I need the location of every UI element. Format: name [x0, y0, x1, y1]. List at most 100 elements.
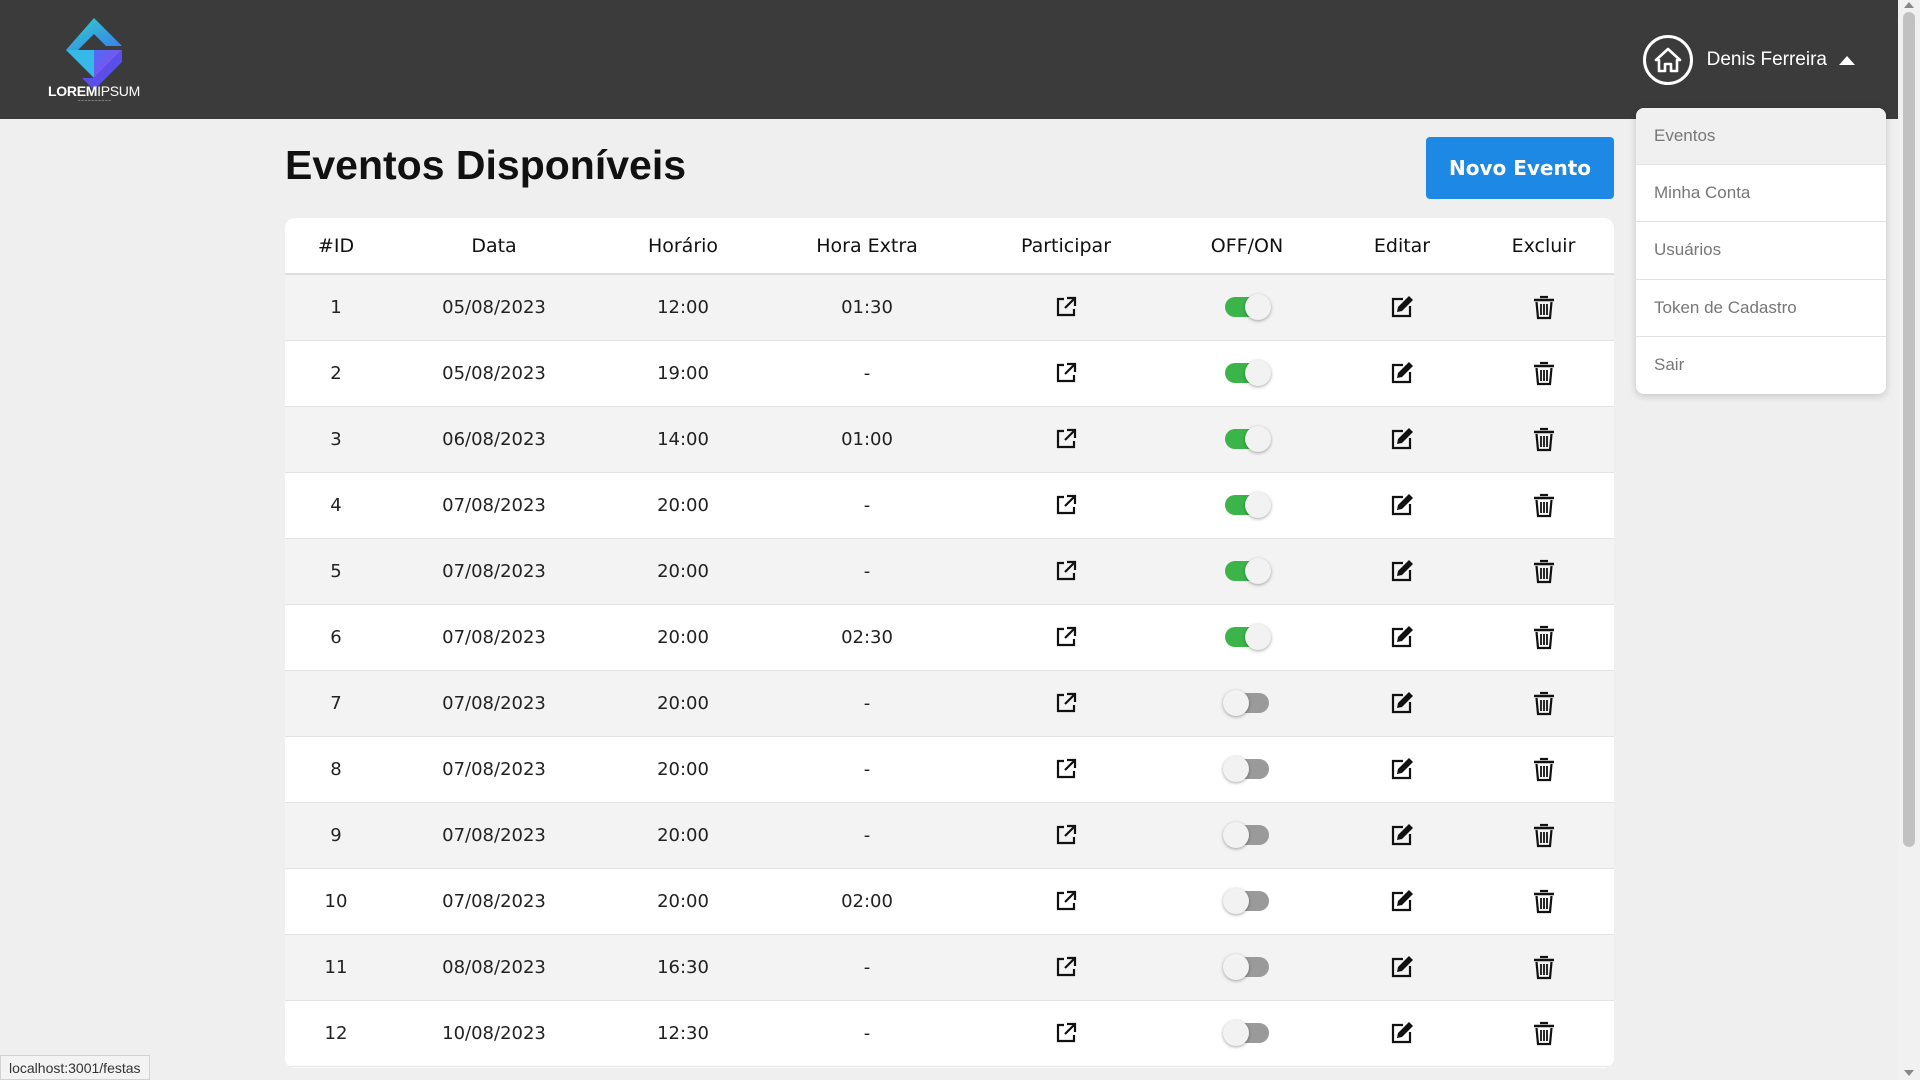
edit-icon[interactable] — [1389, 360, 1415, 386]
status-toggle[interactable] — [1223, 1020, 1269, 1046]
dropdown-item-usuarios[interactable]: Usuários — [1636, 222, 1886, 280]
table-row: 5 07/08/2023 20:00- — [285, 538, 1614, 605]
external-link-icon[interactable] — [1054, 559, 1078, 583]
cell-editar — [1331, 472, 1473, 539]
cell-hora-extra: - — [765, 736, 969, 803]
cell-excluir — [1473, 604, 1614, 671]
cell-editar — [1331, 274, 1473, 341]
status-toggle[interactable] — [1225, 492, 1271, 518]
home-icon — [1642, 35, 1693, 85]
column-header-participar: Participar — [969, 218, 1163, 275]
cell-hora-extra: - — [765, 340, 969, 407]
cell-excluir — [1473, 1000, 1614, 1067]
table-row: 1 05/08/2023 12:00 01:30 — [285, 274, 1614, 341]
trash-icon[interactable] — [1532, 558, 1556, 584]
cell-horario: 20:00 — [601, 538, 765, 605]
cell-participar — [969, 604, 1163, 671]
cell-horario: 19:00 — [601, 340, 765, 407]
edit-icon[interactable] — [1389, 690, 1415, 716]
cell-horario: 20:00 — [601, 868, 765, 935]
trash-icon[interactable] — [1532, 690, 1556, 716]
external-link-icon[interactable] — [1054, 889, 1078, 913]
cell-horario: 20:00 — [601, 736, 765, 803]
trash-icon[interactable] — [1532, 492, 1556, 518]
cell-hora-extra: - — [765, 472, 969, 539]
table-header-row: #ID Data Horário Hora Extra Participar O… — [285, 218, 1614, 275]
scroll-up-arrow-icon[interactable] — [1904, 2, 1914, 8]
external-link-icon[interactable] — [1054, 625, 1078, 649]
status-bar-url: localhost:3001/festas — [0, 1055, 150, 1080]
status-toggle[interactable] — [1225, 558, 1271, 584]
cell-excluir — [1473, 340, 1614, 407]
cell-id: 9 — [285, 802, 387, 869]
cell-participar — [969, 868, 1163, 935]
trash-icon[interactable] — [1532, 756, 1556, 782]
cell-excluir — [1473, 670, 1614, 737]
external-link-icon[interactable] — [1054, 427, 1078, 451]
cell-data: 07/08/2023 — [387, 670, 601, 737]
table-body: 1 05/08/2023 12:00 01:30 2 05/08/2023 19:00-3 0… — [285, 274, 1614, 1067]
dropdown-item-token-de-cadastro[interactable]: Token de Cadastro — [1636, 280, 1886, 337]
status-toggle[interactable] — [1225, 360, 1271, 386]
cell-editar — [1331, 604, 1473, 671]
status-toggle[interactable] — [1223, 822, 1269, 848]
cell-horario: 20:00 — [601, 472, 765, 539]
trash-icon[interactable] — [1532, 822, 1556, 848]
cell-hora-extra: 02:30 — [765, 604, 969, 671]
cell-id: 8 — [285, 736, 387, 803]
status-toggle[interactable] — [1225, 294, 1271, 321]
caret-up-icon — [1839, 55, 1855, 65]
edit-icon[interactable] — [1389, 558, 1415, 584]
external-link-icon[interactable] — [1054, 823, 1078, 847]
status-toggle[interactable] — [1223, 690, 1269, 716]
cell-participar — [969, 538, 1163, 605]
user-menu-toggle[interactable]: Denis Ferreira — [1642, 32, 1855, 88]
external-link-icon[interactable] — [1054, 1021, 1078, 1045]
trash-icon[interactable] — [1532, 888, 1556, 914]
edit-icon[interactable] — [1389, 426, 1415, 452]
edit-icon[interactable] — [1389, 888, 1415, 914]
status-toggle[interactable] — [1225, 426, 1271, 452]
edit-icon[interactable] — [1389, 822, 1415, 848]
dropdown-item-eventos[interactable]: Eventos — [1636, 108, 1886, 166]
cell-horario: 20:00 — [601, 670, 765, 737]
cell-id: 4 — [285, 472, 387, 539]
status-toggle[interactable] — [1223, 756, 1269, 782]
edit-icon[interactable] — [1389, 294, 1415, 320]
external-link-icon[interactable] — [1054, 955, 1078, 979]
cell-hora-extra: - — [765, 670, 969, 737]
trash-icon[interactable] — [1532, 1020, 1556, 1046]
trash-icon[interactable] — [1532, 426, 1556, 452]
edit-icon[interactable] — [1389, 954, 1415, 980]
cell-id: 3 — [285, 406, 387, 473]
cell-data: 07/08/2023 — [387, 802, 601, 869]
external-link-icon[interactable] — [1054, 295, 1078, 319]
trash-icon[interactable] — [1532, 624, 1556, 650]
dropdown-item-sair[interactable]: Sair — [1636, 337, 1886, 394]
scroll-thumb[interactable] — [1903, 12, 1915, 847]
cell-excluir — [1473, 406, 1614, 473]
cell-id: 6 — [285, 604, 387, 671]
page-scrollbar[interactable] — [1898, 0, 1920, 1080]
status-toggle[interactable] — [1223, 888, 1269, 914]
trash-icon[interactable] — [1532, 954, 1556, 980]
edit-icon[interactable] — [1389, 492, 1415, 518]
cell-data: 07/08/2023 — [387, 868, 601, 935]
new-event-button[interactable]: Novo Evento — [1426, 137, 1614, 199]
edit-icon[interactable] — [1389, 756, 1415, 782]
external-link-icon[interactable] — [1054, 757, 1078, 781]
external-link-icon[interactable] — [1054, 493, 1078, 517]
dropdown-item-minha-conta[interactable]: Minha Conta — [1636, 165, 1886, 223]
external-link-icon[interactable] — [1054, 361, 1078, 385]
status-toggle[interactable] — [1225, 624, 1271, 650]
edit-icon[interactable] — [1389, 624, 1415, 650]
trash-icon[interactable] — [1532, 360, 1556, 386]
external-link-icon[interactable] — [1054, 691, 1078, 715]
table-row: 4 07/08/2023 20:00- — [285, 472, 1614, 539]
trash-icon[interactable] — [1532, 294, 1556, 320]
edit-icon[interactable] — [1389, 1020, 1415, 1046]
status-toggle[interactable] — [1223, 954, 1269, 980]
cell-data: 06/08/2023 — [387, 406, 601, 473]
cell-data: 07/08/2023 — [387, 736, 601, 803]
scroll-down-arrow-icon[interactable] — [1904, 1070, 1914, 1076]
